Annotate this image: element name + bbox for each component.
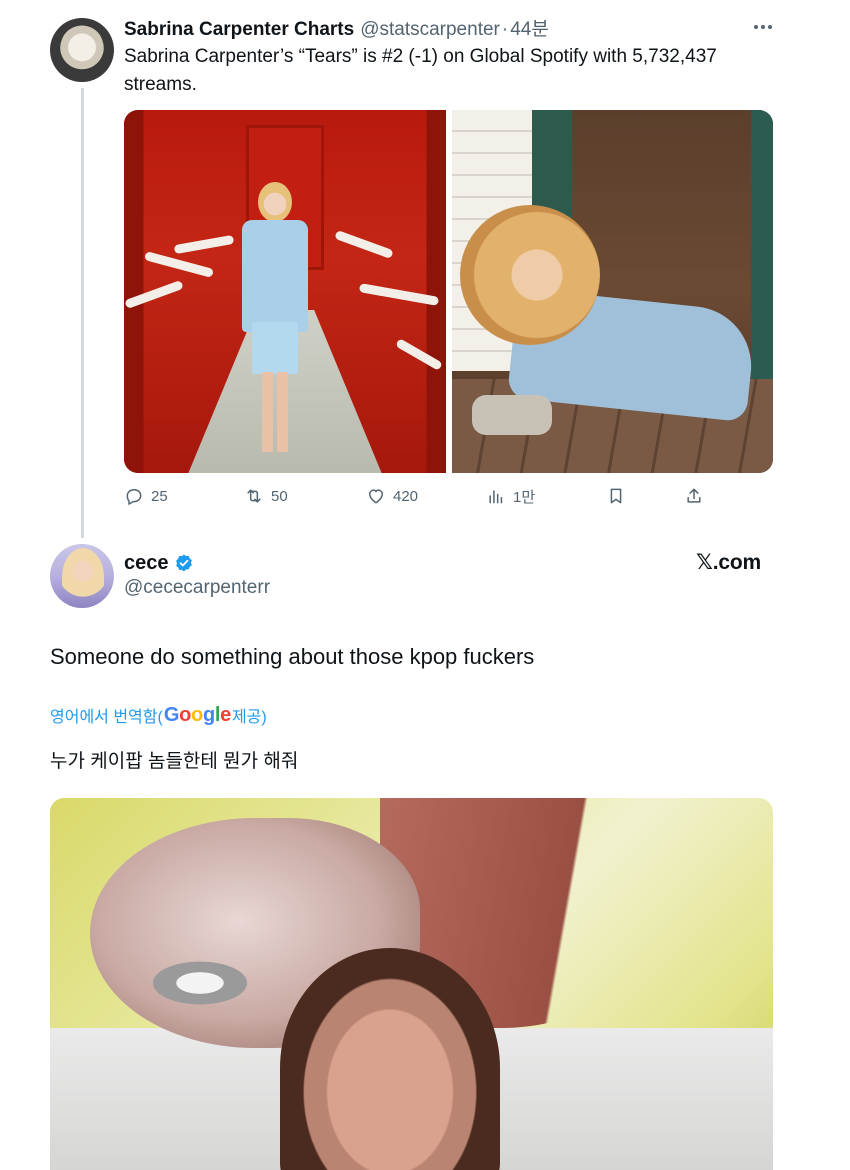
- tweet-text: Someone do something about those kpop fu…: [50, 644, 535, 669]
- verified-icon: [175, 554, 192, 572]
- reply-count: 25: [151, 487, 168, 505]
- share-icon: [687, 488, 701, 503]
- share-button[interactable]: [684, 484, 704, 508]
- views-count: 1만: [513, 488, 536, 506]
- tweet-quoted[interactable]: Sabrina Carpenter Charts @statscarpenter…: [0, 0, 850, 540]
- tweet-text: Sabrina Carpenter’s “Tears” is #2 (-1) o…: [124, 46, 717, 95]
- separator: ·: [501, 19, 509, 40]
- timestamp[interactable]: 44분: [510, 14, 549, 41]
- more-icon[interactable]: [750, 14, 776, 40]
- tweet-header: Sabrina Carpenter Charts @statscarpenter…: [124, 14, 549, 40]
- reply-button[interactable]: 25: [124, 484, 168, 508]
- avatar[interactable]: [50, 544, 114, 608]
- thread-line: [81, 88, 84, 538]
- author-handle[interactable]: @statscarpenter: [360, 19, 500, 41]
- views-icon: [489, 490, 503, 504]
- author-handle[interactable]: @cececarpenterr: [124, 577, 270, 599]
- tweet-author: cece: [124, 550, 194, 576]
- like-count: 420: [393, 487, 419, 505]
- author-name[interactable]: Sabrina Carpenter Charts: [124, 19, 354, 41]
- reply-icon: [126, 489, 142, 505]
- translated-text: 누가 케이팝 놈들한테 뭔가 해줘: [50, 751, 299, 772]
- translate-prefix: 영어에서 번역함(: [50, 709, 163, 726]
- like-button[interactable]: 420: [366, 484, 418, 508]
- repost-icon: [247, 489, 261, 503]
- like-icon: [369, 489, 383, 504]
- repost-count: 50: [271, 487, 288, 505]
- avatar[interactable]: [50, 18, 114, 82]
- source-logo: 𝕏.com: [696, 551, 761, 574]
- action-bar: 25 50 420 1만: [124, 484, 714, 508]
- author-name[interactable]: cece: [124, 552, 169, 575]
- photo-red-hallway[interactable]: [124, 110, 446, 473]
- translation-link[interactable]: 영어에서 번역함( Google 제공): [50, 702, 267, 728]
- photo-porch[interactable]: [452, 110, 773, 473]
- tweet-media-image[interactable]: [50, 798, 773, 1170]
- translate-suffix: 제공): [231, 709, 267, 726]
- repost-button[interactable]: 50: [244, 484, 288, 508]
- bookmark-icon: [610, 488, 622, 504]
- views-button[interactable]: 1만: [486, 484, 535, 508]
- bookmark-button[interactable]: [606, 484, 626, 508]
- google-logo: Google: [163, 703, 231, 726]
- media-grid: [124, 110, 773, 473]
